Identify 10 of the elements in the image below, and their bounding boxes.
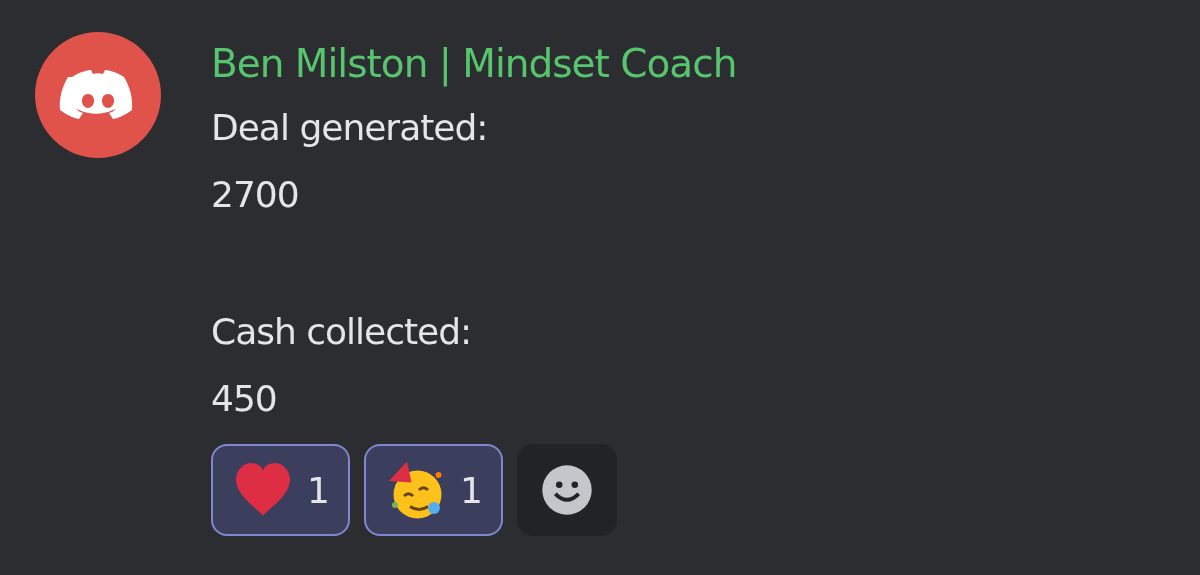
message-text: 2700 [211, 173, 300, 217]
avatar-icon[interactable] [35, 32, 161, 158]
reaction-button[interactable]: 1 [363, 444, 503, 536]
message-text: Cash collected: [211, 310, 473, 354]
message-text: 450 [211, 377, 278, 421]
message-text: Deal generated: [211, 106, 489, 150]
smiley-icon [540, 464, 593, 516]
author-name[interactable]: Ben Milston | Mindset Coach [211, 34, 737, 94]
reaction-button[interactable]: 1 [211, 444, 350, 536]
add-reaction-button[interactable] [516, 444, 617, 536]
